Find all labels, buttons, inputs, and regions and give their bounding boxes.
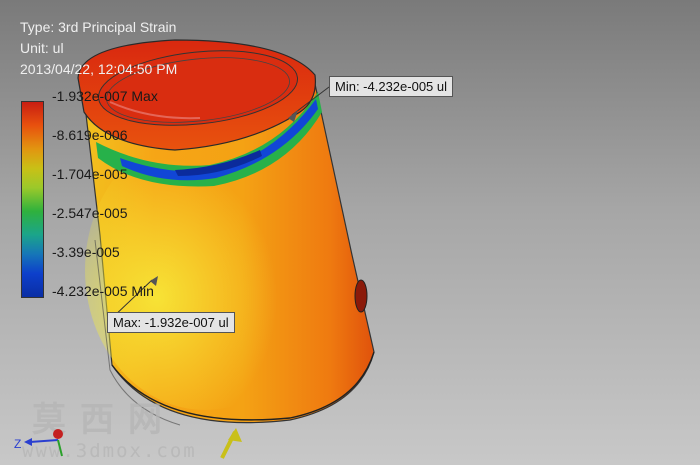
legend-tick: -3.39e-005: [52, 244, 120, 260]
triad-z-label: Z: [14, 437, 21, 451]
result-header: Type: 3rd Principal Strain Unit: ul 2013…: [20, 17, 177, 80]
legend-tick: -8.619e-006: [52, 127, 128, 143]
result-type: Type: 3rd Principal Strain: [20, 19, 177, 35]
min-callout[interactable]: Min: -4.232e-005 ul: [329, 76, 454, 97]
result-timestamp: 2013/04/22, 12:04:50 PM: [20, 61, 178, 77]
color-legend-bar[interactable]: [21, 101, 44, 298]
legend-tick: -1.704e-005: [52, 166, 128, 182]
side-hole: [354, 279, 368, 313]
legend-tick: -2.547e-005: [52, 205, 128, 221]
legend-tick-max: -1.932e-007 Max: [52, 88, 158, 104]
view-triad-icon[interactable]: Z: [12, 420, 72, 460]
load-arrow-icon: [228, 428, 242, 442]
graphics-viewport[interactable]: Type: 3rd Principal Strain Unit: ul 2013…: [0, 0, 700, 465]
legend-tick-min: -4.232e-005 Min: [52, 283, 154, 299]
max-callout[interactable]: Max: -1.932e-007 ul: [107, 312, 235, 333]
result-unit: Unit: ul: [20, 40, 64, 56]
